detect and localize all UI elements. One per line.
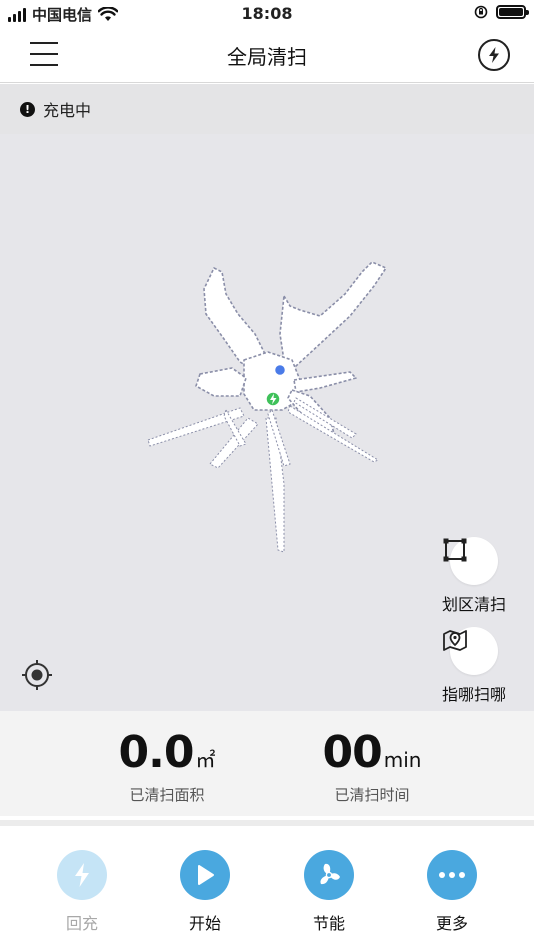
orientation-lock-icon (474, 5, 488, 19)
charging-notice: ! 充电中 (0, 84, 534, 134)
map-region (279, 261, 387, 375)
spot-clean-button[interactable] (443, 627, 498, 675)
lightning-icon (489, 47, 499, 63)
tab-recharge[interactable]: 回充 (42, 850, 122, 934)
cleaning-stats: 0.0 ㎡ 已清扫面积 00 min 已清扫时间 (0, 711, 534, 816)
map-pin-icon (443, 630, 467, 651)
status-right (474, 5, 529, 19)
map-region (287, 405, 380, 463)
tab-label-more: 更多 (435, 914, 468, 933)
crosshair-icon (22, 660, 52, 690)
time-unit: min (383, 748, 422, 772)
bottom-action-bar: 回充 开始 节能 更多 (0, 820, 534, 950)
eco-button[interactable] (304, 850, 354, 900)
status-time: 18:08 (241, 4, 293, 23)
map-region (293, 371, 357, 393)
notice-text: 充电中 (43, 101, 92, 120)
zone-clean-label: 划区清扫 (442, 595, 507, 614)
play-icon (198, 865, 214, 885)
nav-bar: 全局清扫 (0, 28, 534, 83)
area-value: 0.0 (118, 727, 195, 778)
battery-fill (499, 8, 523, 16)
tab-label-eco: 节能 (312, 914, 345, 933)
start-button[interactable] (180, 850, 230, 900)
dock-marker (265, 391, 281, 407)
page-title: 全局清扫 (227, 45, 307, 69)
zone-frame-icon (443, 538, 467, 562)
more-button[interactable] (427, 850, 477, 900)
cleaned-rays (147, 397, 380, 553)
zone-clean-action[interactable]: 划区清扫 (442, 537, 506, 615)
battery-icon (496, 5, 529, 19)
locate-button[interactable] (20, 658, 54, 692)
recharge-button[interactable] (57, 850, 107, 900)
time-value: 00 (322, 727, 383, 778)
area-stat: 0.0 ㎡ 已清扫面积 (67, 727, 267, 805)
cleaning-map[interactable]: 划区清扫 指哪扫哪 (0, 134, 534, 711)
tab-label-recharge: 回充 (65, 914, 98, 933)
fan-icon (320, 863, 340, 885)
tab-eco[interactable]: 节能 (289, 850, 369, 934)
lightning-icon (75, 863, 89, 887)
map-region (195, 367, 247, 397)
area-unit: ㎡ (195, 748, 216, 772)
area-value-row: 0.0 ㎡ (67, 727, 267, 778)
time-stat: 00 min 已清扫时间 (272, 727, 472, 805)
alert-icon: ! (20, 101, 35, 117)
time-label: 已清扫时间 (334, 786, 410, 804)
area-label: 已清扫面积 (129, 786, 205, 804)
map-canvas (147, 261, 387, 553)
spot-clean-action[interactable]: 指哪扫哪 (442, 627, 506, 705)
spot-clean-label: 指哪扫哪 (442, 685, 507, 704)
charge-button[interactable] (478, 39, 510, 71)
tab-start[interactable]: 开始 (165, 850, 245, 934)
status-bar: 中国电信 18:08 (0, 0, 534, 28)
robot-marker (273, 363, 287, 377)
time-value-row: 00 min (272, 727, 472, 778)
more-dots-icon (439, 872, 465, 878)
tab-more[interactable]: 更多 (412, 850, 492, 934)
tab-label-start: 开始 (188, 914, 221, 933)
zone-clean-button[interactable] (443, 537, 498, 585)
